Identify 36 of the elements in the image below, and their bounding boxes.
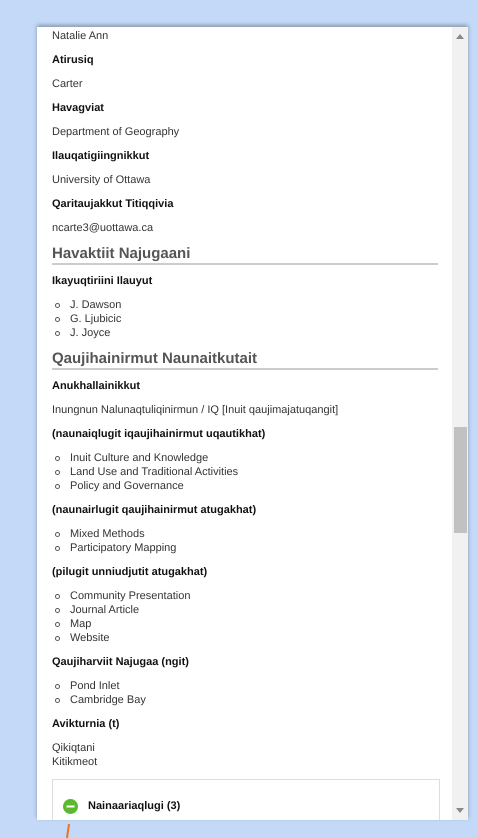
field-label: Avikturnia (t) bbox=[52, 717, 120, 731]
field-value: Qikiqtani bbox=[52, 741, 95, 755]
list-item: Policy and Governance bbox=[70, 479, 184, 493]
list-item: Journal Article bbox=[70, 603, 140, 617]
field-label: (pilugit unniudjutit atugakhat) bbox=[52, 565, 208, 579]
field-value: Carter bbox=[52, 77, 83, 91]
field-label: (naunairlugit qaujihainirmut atugakhat) bbox=[52, 503, 256, 517]
field-value: ncarte3@uottawa.ca bbox=[52, 221, 154, 235]
field-label: Qaritaujakkut Titiqqivia bbox=[52, 197, 174, 211]
list-item: Pond Inlet bbox=[70, 679, 120, 693]
field-label: Ilauqatigiingnikkut bbox=[52, 149, 150, 163]
section-heading: Havaktiit Najugaani bbox=[52, 245, 438, 265]
field-label: Qaujiharviit Najugaa (ngit) bbox=[52, 655, 189, 669]
list-item: Participatory Mapping bbox=[70, 541, 176, 555]
list-item: Map bbox=[70, 617, 92, 631]
field-value: Kitikmeot bbox=[52, 755, 98, 769]
list-item: G. Ljubicic bbox=[70, 312, 122, 326]
field-label: (naunaiqlugit iqaujihainirmut uqautikhat) bbox=[52, 427, 266, 441]
field-value: Inungnun Nalunaqtuliqinirmun / IQ [Inuit qaujimajatuqangit] bbox=[52, 403, 338, 417]
section-heading: Qaujihainirmut Naunaitkutait bbox=[52, 350, 438, 370]
field-label: Havagviat bbox=[52, 101, 104, 115]
list-item: Land Use and Traditional Activities bbox=[70, 465, 238, 479]
field-value: Department of Geography bbox=[52, 125, 180, 139]
list-item: J. Dawson bbox=[70, 298, 122, 312]
list-item: Website bbox=[70, 631, 110, 645]
field-label: Atirusiq bbox=[52, 53, 94, 67]
list-item: Mixed Methods bbox=[70, 527, 145, 541]
list-item: Inuit Culture and Knowledge bbox=[70, 451, 208, 465]
list-item: Cambridge Bay bbox=[70, 693, 146, 707]
field-label: Ikayuqtiriini Ilauyut bbox=[52, 274, 152, 288]
field-value: University of Ottawa bbox=[52, 173, 150, 187]
field-label: Anukhallainikkut bbox=[52, 379, 140, 393]
field-value: Natalie Ann bbox=[52, 29, 108, 43]
list-item: Community Presentation bbox=[70, 589, 190, 603]
list-item: J. Joyce bbox=[70, 326, 110, 340]
expander-toggle[interactable]: Nainaariaqlugi (3) bbox=[63, 798, 180, 814]
